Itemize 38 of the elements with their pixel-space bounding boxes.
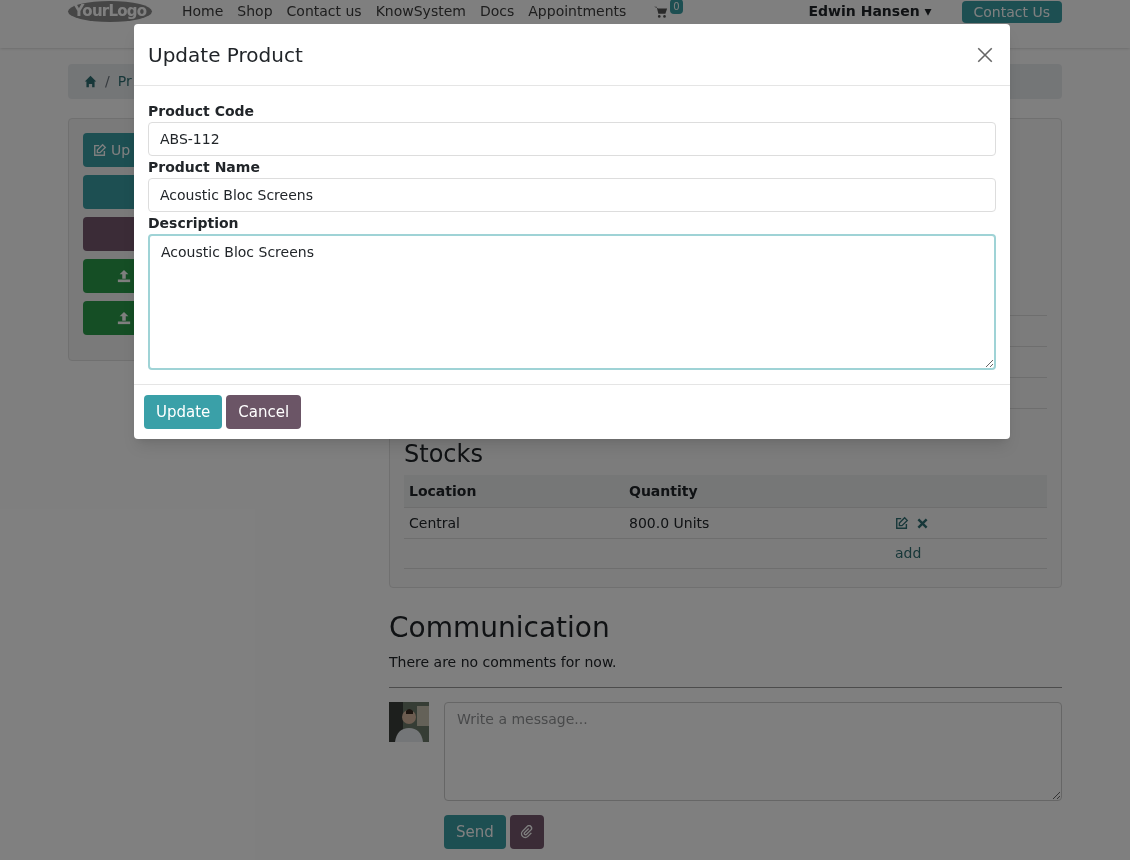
paperclip-icon <box>519 825 534 839</box>
section-title: Stocks <box>404 439 484 469</box>
text-field[interactable]: ABS-112 <box>148 122 996 156</box>
breadcrumb-separator: / <box>105 72 110 91</box>
upload-icon <box>117 311 131 325</box>
text-field[interactable]: Acoustic Bloc Screens <box>148 178 996 212</box>
delete-icon[interactable] <box>917 517 928 529</box>
field-label: Product Name <box>148 158 261 177</box>
cancel-button[interactable]: Cancel <box>226 395 302 429</box>
field-label: Product Code <box>148 102 256 121</box>
user-menu[interactable]: Edwin Hansen ▾ <box>808 1 932 21</box>
nav-link[interactable]: Contact us <box>286 1 362 21</box>
field-label: Description <box>148 214 240 233</box>
home-icon[interactable] <box>84 75 97 88</box>
update-button[interactable]: Update <box>144 395 223 429</box>
attach-button[interactable] <box>509 815 544 849</box>
edit-icon <box>895 516 909 530</box>
cart-badge: 0 <box>670 0 683 14</box>
table-cell-text: Central <box>409 513 461 533</box>
table-cell-text: 800.0 Units <box>629 513 711 533</box>
nav-link[interactable]: Appointments <box>528 1 627 21</box>
nav-link[interactable]: Docs <box>479 1 515 21</box>
dialog-title: Update Product <box>148 41 303 69</box>
nav-link[interactable]: Home <box>182 1 224 21</box>
upload-icon <box>117 269 131 283</box>
contact-us-button[interactable]: Contact Us <box>961 1 1062 23</box>
empty-comments-text: There are no comments for now. <box>389 653 618 672</box>
add-link[interactable]: add <box>895 543 922 564</box>
breadcrumb-link[interactable]: Pr <box>117 71 132 92</box>
cart-icon[interactable] <box>654 5 669 19</box>
nav-link[interactable]: Shop <box>237 1 273 21</box>
column-header: Quantity <box>629 481 698 501</box>
edit-icon <box>93 143 107 157</box>
nav-link[interactable]: KnowSystem <box>375 1 466 21</box>
section-title: Communication <box>389 610 611 646</box>
column-header: Location <box>409 481 478 501</box>
description-field[interactable]: Acoustic Bloc Screens <box>148 234 996 370</box>
send-button[interactable]: Send <box>444 815 506 849</box>
